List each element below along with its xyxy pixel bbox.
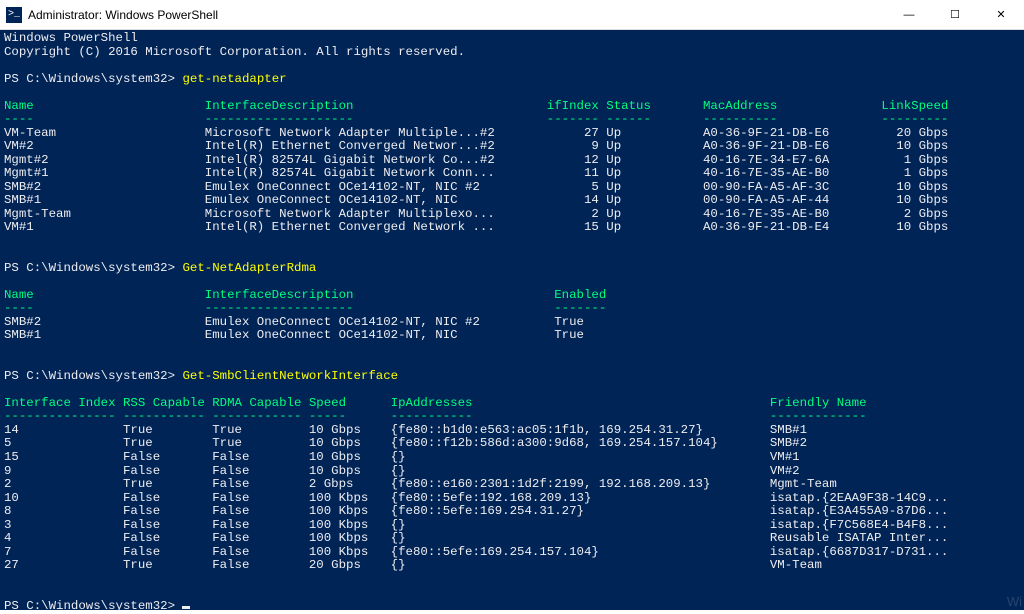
table2-row: SMB#2 Emulex OneConnect OCe14102-NT, NIC… [4,315,584,329]
table1-row: Mgmt-Team Microsoft Network Adapter Mult… [4,207,948,221]
banner-line: Windows PowerShell [4,31,138,45]
maximize-button[interactable]: ☐ [932,0,978,29]
table2-row: SMB#1 Emulex OneConnect OCe14102-NT, NIC… [4,328,584,342]
cursor [182,606,190,609]
command-get-netadapterrdma: Get-NetAdapterRdma [182,261,316,275]
table2-dashes: ---- -------------------- ------- [4,301,606,315]
table1-row: SMB#1 Emulex OneConnect OCe14102-NT, NIC… [4,193,948,207]
table3-dashes: --------------- ----------- ------------… [4,409,867,423]
table1-row: VM-Team Microsoft Network Adapter Multip… [4,126,948,140]
table3-row: 7 False False 100 Kbps {fe80::5efe:169.2… [4,545,948,559]
table3-row: 10 False False 100 Kbps {fe80::5efe:192.… [4,491,948,505]
table3-row: 3 False False 100 Kbps {} isatap.{F7C568… [4,518,948,532]
watermark: Wi [1007,595,1022,609]
table1-row: Mgmt#2 Intel(R) 82574L Gigabit Network C… [4,153,948,167]
prompt: PS C:\Windows\system32> [4,72,175,86]
command-get-netadapter: get-netadapter [182,72,286,86]
table3-row: 4 False False 100 Kbps {} Reusable ISATA… [4,531,948,545]
table3-row: 2 True False 2 Gbps {fe80::e160:2301:1d2… [4,477,837,491]
command-get-smbclientnetworkinterface: Get-SmbClientNetworkInterface [182,369,398,383]
table1-row: VM#1 Intel(R) Ethernet Converged Network… [4,220,948,234]
table3-row: 8 False False 100 Kbps {fe80::5efe:169.2… [4,504,948,518]
table1-row: VM#2 Intel(R) Ethernet Converged Networ.… [4,139,948,153]
table3-row: 14 True True 10 Gbps {fe80::b1d0:e563:ac… [4,423,807,437]
table3-row: 9 False False 10 Gbps {} VM#2 [4,464,800,478]
table2-header: Name InterfaceDescription Enabled [4,288,606,302]
close-button[interactable]: ✕ [978,0,1024,29]
powershell-icon: >_ [6,7,22,23]
window-controls: ― ☐ ✕ [886,0,1024,29]
table3-header: Interface Index RSS Capable RDMA Capable… [4,396,867,410]
prompt: PS C:\Windows\system32> [4,261,175,275]
table1-header: Name InterfaceDescription ifIndex Status… [4,99,948,113]
terminal-output[interactable]: Windows PowerShell Copyright (C) 2016 Mi… [0,30,1024,610]
table1-row: SMB#2 Emulex OneConnect OCe14102-NT, NIC… [4,180,948,194]
prompt: PS C:\Windows\system32> [4,369,175,383]
table1-row: Mgmt#1 Intel(R) 82574L Gigabit Network C… [4,166,948,180]
titlebar[interactable]: >_ Administrator: Windows PowerShell ― ☐… [0,0,1024,30]
prompt: PS C:\Windows\system32> [4,599,175,613]
copyright-line: Copyright (C) 2016 Microsoft Corporation… [4,45,465,59]
window-title: Administrator: Windows PowerShell [28,8,886,22]
minimize-button[interactable]: ― [886,0,932,29]
table1-dashes: ---- -------------------- ------- ------… [4,112,948,126]
table3-row: 15 False False 10 Gbps {} VM#1 [4,450,800,464]
table3-row: 27 True False 20 Gbps {} VM-Team [4,558,822,572]
table3-row: 5 True True 10 Gbps {fe80::f12b:586d:a30… [4,436,807,450]
